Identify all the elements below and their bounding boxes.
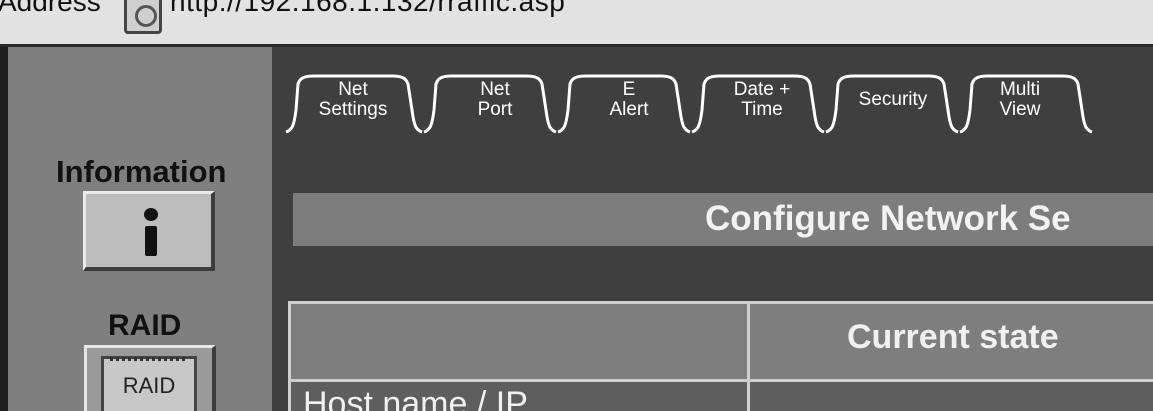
browser-address-bar[interactable]: Address http://192.168.1.132/rraffic.asp	[0, 0, 1153, 47]
url-field[interactable]: http://192.168.1.132/rraffic.asp	[170, 0, 565, 18]
raid-chip-icon: RAID	[101, 356, 197, 411]
screenshot-frame: Address http://192.168.1.132/rraffic.asp…	[0, 0, 1153, 411]
information-button[interactable]	[83, 191, 215, 271]
tab-multi-view[interactable]: Multi View	[965, 80, 1075, 120]
table-row-divider	[288, 379, 1153, 382]
info-icon	[144, 208, 158, 256]
address-label: Address	[0, 0, 101, 17]
page-title: Configure Network Se	[705, 199, 1071, 238]
raid-chip-label: RAID	[122, 373, 176, 398]
raid-label: RAID	[108, 309, 182, 342]
tab-net-port[interactable]: Net Port	[440, 80, 550, 120]
table-column-divider	[747, 301, 750, 411]
page-icon	[124, 0, 162, 34]
sidebar-border	[0, 47, 8, 411]
row-label-host-name: Host name / IP	[303, 385, 528, 411]
tab-date-time[interactable]: Date + Time	[707, 80, 817, 120]
information-label: Information	[56, 154, 227, 189]
column-header-current-state: Current state	[847, 318, 1059, 356]
tab-net-settings[interactable]: Net Settings	[298, 80, 408, 120]
tab-e-alert[interactable]: E Alert	[574, 80, 684, 120]
raid-button[interactable]: RAID	[84, 345, 216, 411]
tab-security[interactable]: Security	[833, 90, 953, 110]
